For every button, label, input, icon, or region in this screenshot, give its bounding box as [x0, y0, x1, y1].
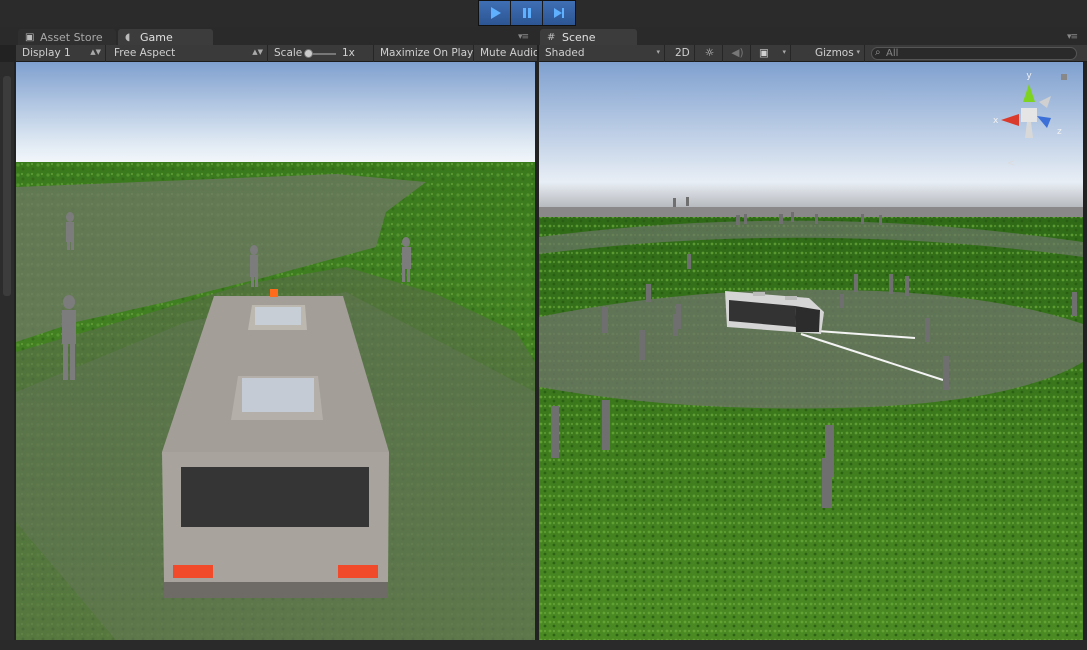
effects-dropdown[interactable]: ▣ ▾: [753, 45, 791, 62]
svg-text:z: z: [1057, 127, 1062, 137]
pacman-icon: ◖: [125, 32, 131, 43]
lighting-toggle[interactable]: ☼: [697, 45, 723, 62]
image-icon: ▣: [759, 47, 769, 59]
caret-icon: ▾: [782, 48, 786, 56]
scale-slider[interactable]: [304, 49, 336, 58]
svg-text:x: x: [993, 116, 999, 126]
display-dropdown[interactable]: Display 1 ▲▼: [16, 45, 106, 62]
search-icon: ⌕: [875, 47, 881, 58]
scale-control: Scale 1x: [268, 45, 374, 62]
scene-view-render: y x z <: [539, 62, 1083, 640]
play-controls: [478, 0, 576, 26]
tab-asset-store[interactable]: ▣ Asset Store: [18, 29, 116, 46]
step-icon: [554, 8, 564, 18]
caret-icon: ▾: [856, 48, 860, 56]
play-button[interactable]: [479, 1, 511, 25]
grid-icon: #: [547, 32, 556, 43]
panel-menu-icon[interactable]: ▾≡: [518, 32, 529, 42]
game-view-render: [16, 62, 535, 640]
scale-slider-knob[interactable]: [304, 49, 313, 58]
gizmos-dropdown[interactable]: Gizmos ▾: [809, 45, 865, 62]
shopping-bag-icon: ▣: [25, 32, 35, 43]
bottom-bar: [0, 640, 1087, 650]
play-icon: [490, 7, 501, 19]
scene-view[interactable]: y x z <: [539, 62, 1083, 640]
game-toolbar: Display 1 ▲▼ Free Aspect ▲▼ Scale 1x Maxim…: [16, 45, 537, 62]
scene-toolbar: Shaded ▾ 2D ☼ ◀) ▣ ▾ Gizmos ▾ ⌕ All: [539, 45, 1087, 62]
scene-search-input[interactable]: ⌕ All: [871, 47, 1077, 60]
tab-scene[interactable]: # Scene: [540, 29, 637, 46]
svg-text:<: <: [1007, 158, 1015, 169]
scroll-thumb[interactable]: [3, 76, 11, 296]
caret-icon: ▲▼: [90, 48, 101, 56]
pause-icon: [522, 8, 531, 18]
tab-game[interactable]: ◖ Game: [118, 29, 213, 46]
audio-toggle[interactable]: ◀): [725, 45, 751, 62]
speaker-icon: ◀): [731, 47, 744, 59]
aspect-dropdown[interactable]: Free Aspect ▲▼: [108, 45, 268, 62]
caret-icon: ▲▼: [252, 48, 263, 56]
svg-text:y: y: [1026, 71, 1032, 81]
step-button[interactable]: [543, 1, 575, 25]
sun-icon: ☼: [704, 47, 715, 59]
maximize-on-play-toggle[interactable]: Maximize On Play: [374, 45, 474, 62]
left-scrollbar[interactable]: [0, 62, 14, 640]
mute-audio-toggle[interactable]: Mute Audio: [474, 45, 537, 62]
game-view[interactable]: [16, 62, 535, 640]
caret-icon: ▾: [656, 48, 660, 56]
left-tab-bar: ▣ Asset Store ◖ Game ▾≡: [0, 27, 537, 46]
play-controls-bar: [0, 0, 1087, 27]
shading-mode-dropdown[interactable]: Shaded ▾: [539, 45, 665, 62]
pause-button[interactable]: [511, 1, 543, 25]
2d-toggle[interactable]: 2D: [669, 45, 695, 62]
right-tab-bar: # Scene ▾≡: [537, 27, 1087, 46]
panel-menu-icon[interactable]: ▾≡: [1067, 32, 1078, 42]
